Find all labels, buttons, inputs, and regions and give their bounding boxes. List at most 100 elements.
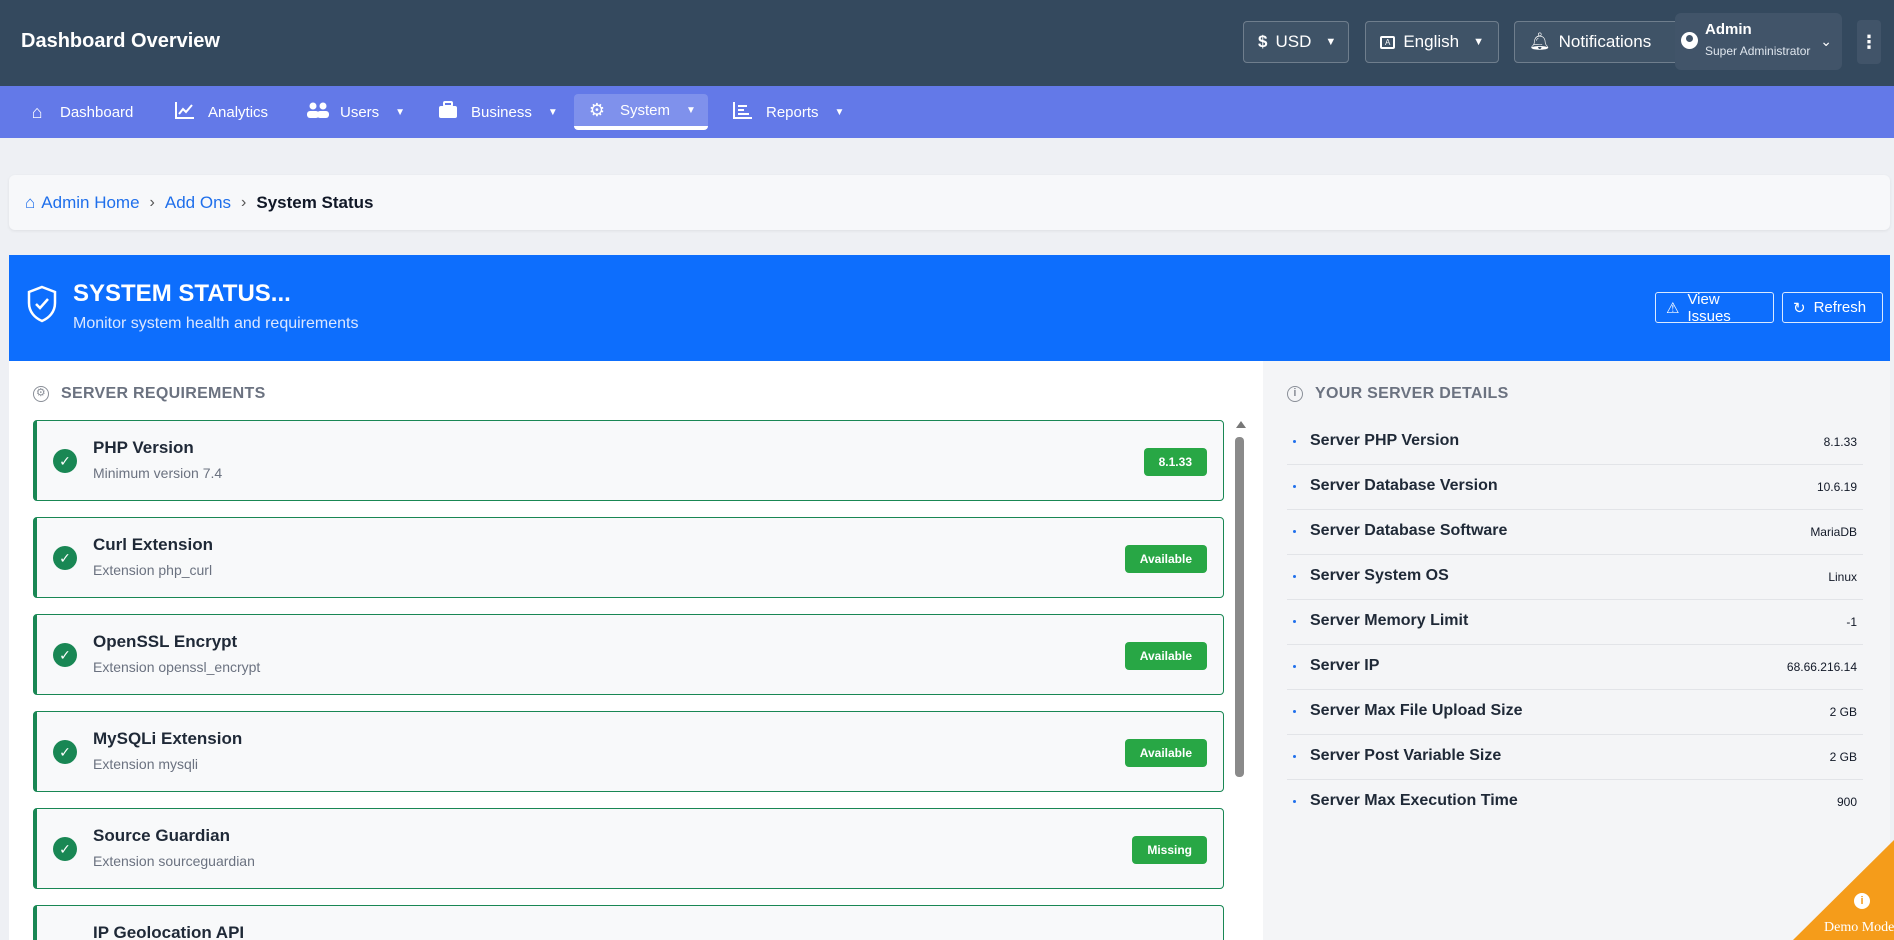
view-issues-button[interactable]: ⚠ View Issues [1655, 290, 1774, 325]
nav-item-system[interactable]: ⚙ System ▼ [574, 94, 708, 130]
requirement-name: PHP Version [93, 438, 194, 457]
chart-line-icon [174, 101, 196, 124]
nav-item-users[interactable]: Users ▼ [294, 94, 417, 130]
detail-row: Server Post Variable Size 2 GB [1287, 735, 1863, 780]
detail-value: 10.6.19 [1816, 480, 1857, 494]
detail-value: 2 GB [1829, 705, 1857, 719]
bullet-icon [1293, 530, 1296, 533]
detail-label: Server IP [1310, 657, 1380, 674]
requirement-desc: Extension sourceguardian [93, 853, 255, 869]
currency-dropdown[interactable]: $ USD ▼ [1243, 21, 1349, 63]
user-name: Admin [1705, 21, 1752, 38]
requirements-heading-label: SERVER REQUIREMENTS [61, 385, 266, 402]
detail-label: Server Post Variable Size [1310, 747, 1502, 764]
language-label: English [1403, 32, 1460, 51]
gear-icon: ⚙ [33, 386, 49, 402]
main-nav: ⌂ Dashboard Analytics Users ▼ Business ▼… [0, 86, 1894, 138]
scroll-thumb[interactable] [1235, 437, 1244, 777]
warning-icon: ⚠ [1666, 299, 1680, 317]
check-circle-icon: ✓ [53, 740, 77, 764]
requirement-card: ✓ MySQLi Extension Extension mysqli Avai… [33, 711, 1224, 792]
requirement-desc: Extension mysqli [93, 756, 199, 772]
banner-title: SYSTEM STATUS... [73, 280, 291, 307]
more-options-icon[interactable]: ⋮ [1857, 20, 1881, 64]
detail-row: Server PHP Version 8.1.33 [1287, 420, 1863, 465]
detail-value: Linux [1828, 570, 1857, 584]
detail-label: Server Max Execution Time [1310, 792, 1518, 809]
detail-row: Server Max Execution Time 900 [1287, 780, 1863, 825]
chevron-down-icon: ⌄ [1820, 33, 1832, 49]
requirement-card: ✓ Source Guardian Extension sourceguardi… [33, 808, 1224, 889]
detail-label: Server Max File Upload Size [1310, 702, 1523, 719]
caret-down-icon: ▼ [1473, 36, 1484, 48]
info-icon: i [1287, 386, 1303, 402]
bullet-icon [1293, 440, 1296, 443]
detail-label: Server System OS [1310, 567, 1449, 584]
scroll-up-arrow-icon[interactable] [1236, 421, 1246, 428]
requirement-name: OpenSSL Encrypt [93, 632, 238, 651]
bullet-icon [1293, 665, 1296, 668]
detail-value: MariaDB [1810, 525, 1857, 539]
detail-row: Server Memory Limit -1 [1287, 600, 1863, 645]
nav-item-analytics[interactable]: Analytics [162, 94, 280, 130]
users-icon [306, 101, 329, 124]
breadcrumb-home-link[interactable]: Admin Home [41, 193, 139, 213]
chevron-right-icon: › [241, 193, 247, 211]
requirement-desc: Minimum version 7.4 [93, 465, 223, 481]
detail-value: -1 [1846, 615, 1857, 629]
detail-value: 2 GB [1829, 750, 1857, 764]
detail-row: Server Max File Upload Size 2 GB [1287, 690, 1863, 735]
requirement-name: Curl Extension [93, 535, 213, 554]
user-role: Super Administrator [1705, 44, 1811, 58]
language-dropdown[interactable]: A English ▼ [1365, 21, 1499, 63]
check-circle-icon: ✓ [53, 837, 77, 861]
notifications-button[interactable]: 🔔︎ Notifications [1514, 21, 1692, 63]
refresh-label: Refresh [1813, 299, 1867, 316]
bullet-icon [1293, 620, 1296, 623]
bar-chart-icon [732, 101, 754, 124]
nav-label: Reports [766, 103, 819, 121]
requirement-name: IP Geolocation API [93, 923, 245, 940]
nav-item-dashboard[interactable]: ⌂ Dashboard [14, 94, 145, 130]
banner-subtitle: Monitor system health and requirements [73, 315, 359, 332]
breadcrumb-parent-link[interactable]: Add Ons [165, 193, 231, 213]
view-issues-label: View Issues [1687, 290, 1731, 325]
gears-icon: ⚙ [588, 99, 606, 120]
status-badge: Available [1124, 642, 1207, 670]
user-menu[interactable]: Admin Super Administrator ⌄ [1675, 13, 1842, 70]
requirement-card: IP Geolocation API [33, 905, 1224, 940]
status-badge: Missing [1132, 836, 1207, 864]
detail-value: 8.1.33 [1823, 435, 1857, 449]
nav-label: Business [471, 103, 532, 121]
detail-row: Server System OS Linux [1287, 555, 1863, 600]
caret-down-icon: ▼ [395, 106, 406, 118]
detail-label: Server Database Version [1310, 477, 1498, 494]
language-icon: A [1380, 35, 1396, 49]
detail-row: Server IP 68.66.216.14 [1287, 645, 1863, 690]
nav-item-reports[interactable]: Reports ▼ [720, 94, 856, 130]
home-icon: ⌂ [25, 192, 36, 212]
bell-icon: 🔔︎ [1529, 32, 1551, 51]
server-details-heading: i YOUR SERVER DETAILS [1287, 385, 1509, 403]
requirement-desc: Extension php_curl [93, 562, 213, 578]
bullet-icon [1293, 575, 1296, 578]
bullet-icon [1293, 485, 1296, 488]
nav-item-business[interactable]: Business ▼ [425, 94, 570, 130]
currency-label: USD [1275, 32, 1312, 51]
breadcrumb-current: System Status [256, 192, 374, 212]
requirements-scrollbar[interactable] [1235, 421, 1246, 940]
chevron-right-icon: › [149, 193, 155, 211]
refresh-icon: ↻ [1793, 299, 1806, 317]
caret-down-icon: ▼ [547, 106, 558, 118]
refresh-button[interactable]: ↻ Refresh [1782, 292, 1883, 323]
requirement-card: ✓ PHP Version Minimum version 7.4 8.1.33 [33, 420, 1224, 501]
demo-mode-ribbon[interactable]: i Demo Mode [1793, 840, 1894, 940]
home-icon: ⌂ [31, 101, 43, 122]
breadcrumb: ⌂ Admin Home › Add Ons › System Status [9, 175, 1890, 230]
requirement-name: MySQLi Extension [93, 729, 243, 748]
check-circle-icon: ✓ [53, 449, 77, 473]
detail-label: Server PHP Version [1310, 432, 1460, 449]
requirement-card: ✓ OpenSSL Encrypt Extension openssl_encr… [33, 614, 1224, 695]
user-circle-icon [1681, 32, 1698, 49]
requirement-card: ✓ Curl Extension Extension php_curl Avai… [33, 517, 1224, 598]
